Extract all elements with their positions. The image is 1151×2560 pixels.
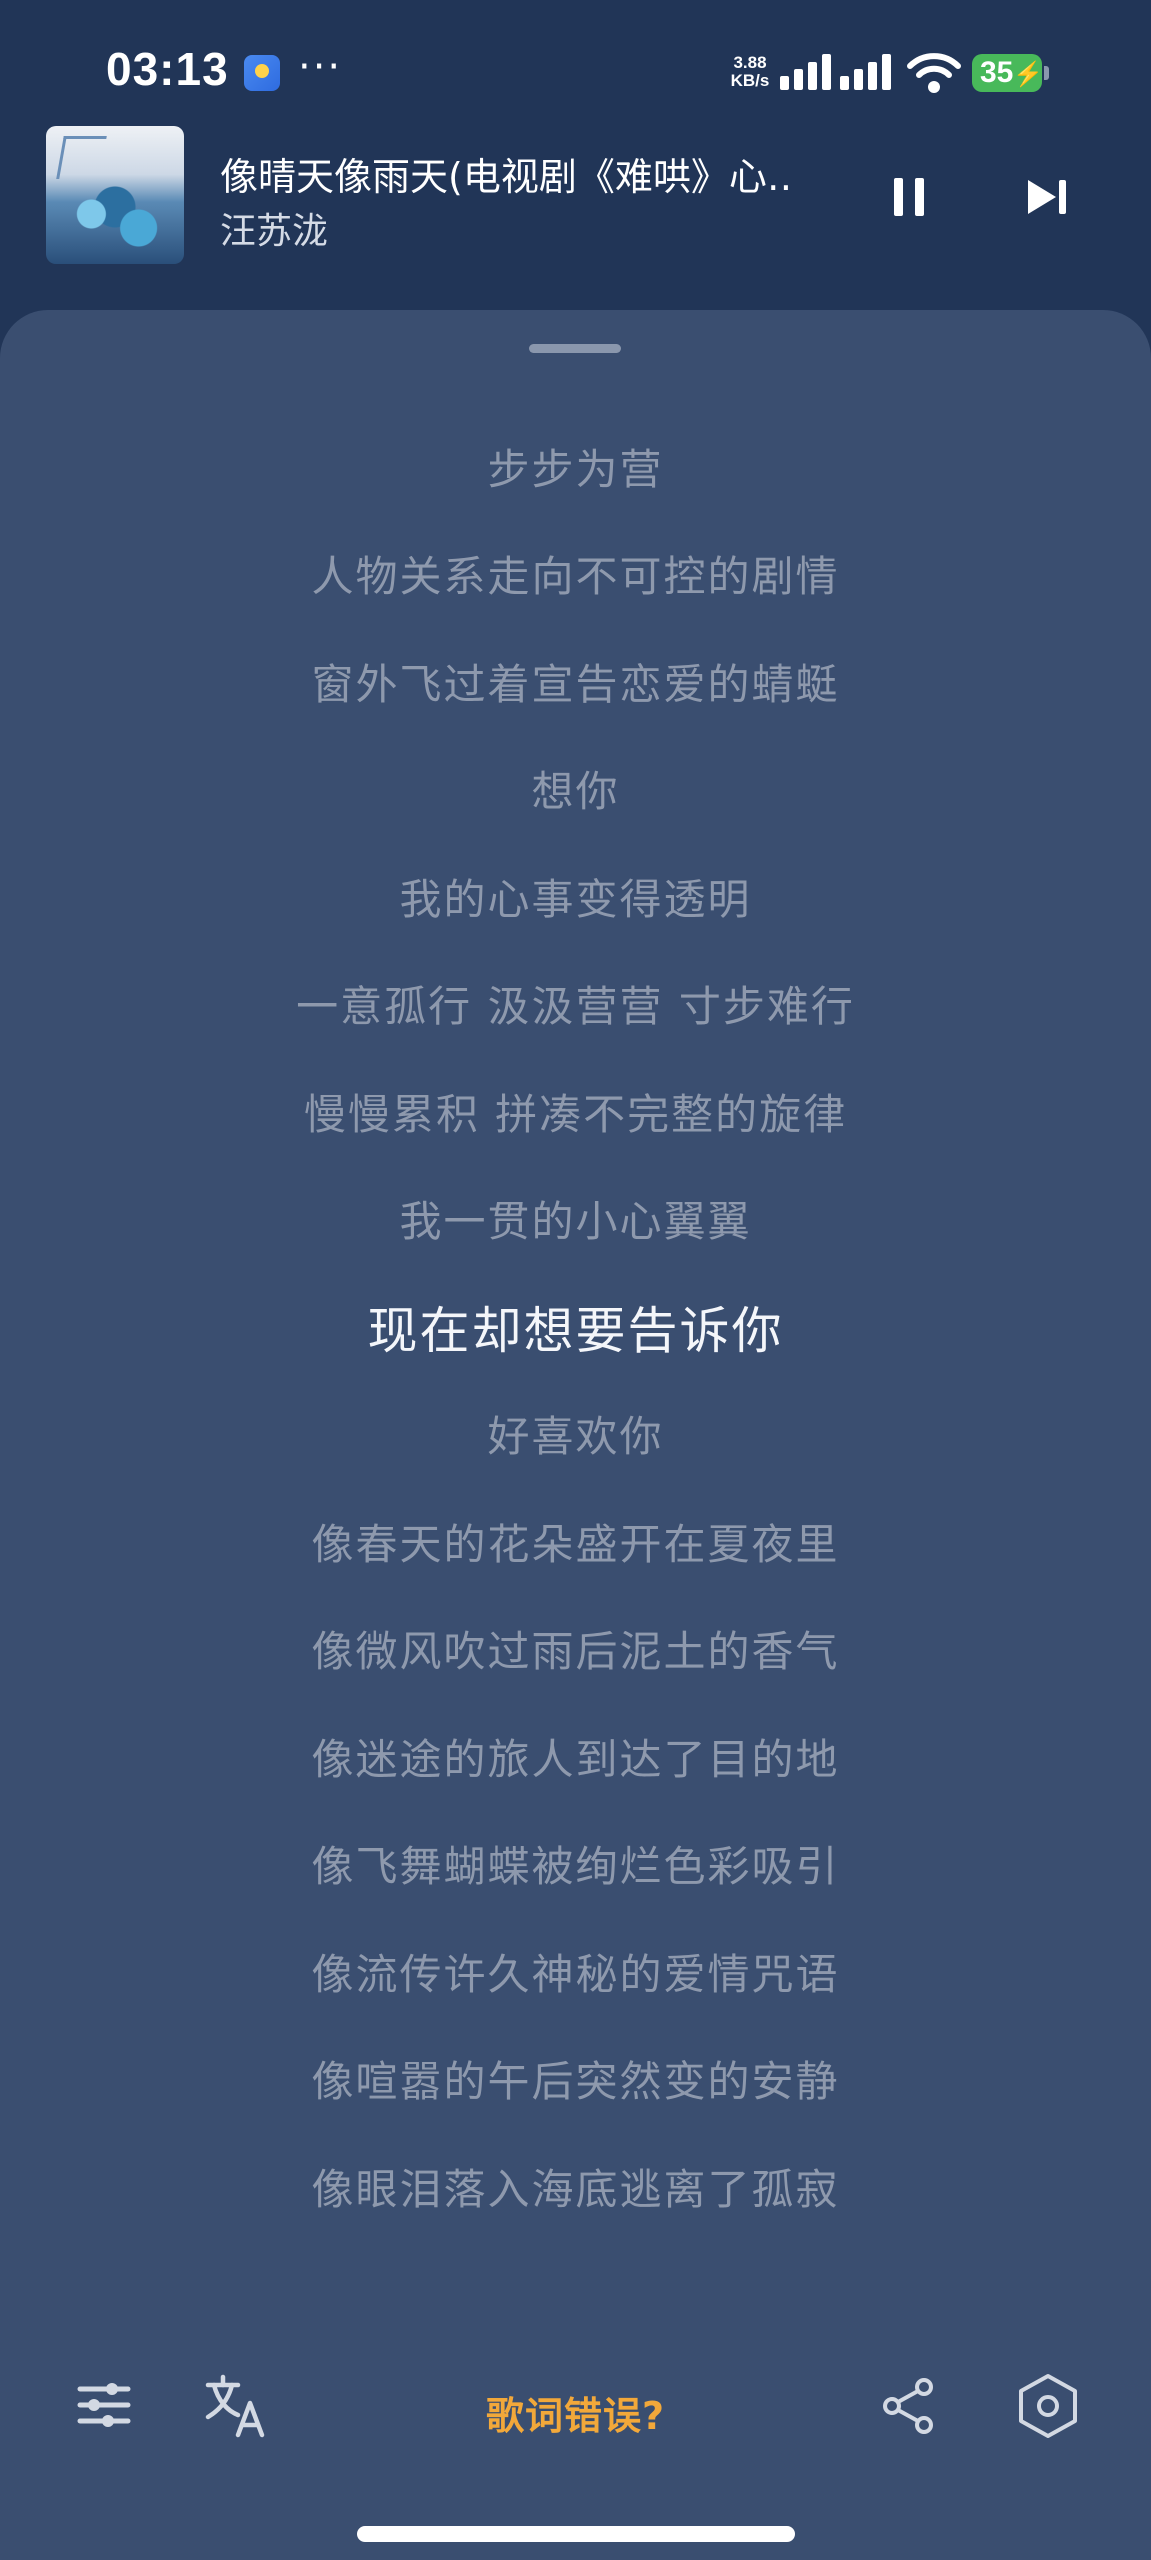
- lyric-line-current[interactable]: 现在却想要告诉你: [0, 1291, 1151, 1363]
- lyric-line[interactable]: 像流传许久神秘的爱情咒语: [0, 1941, 1151, 2002]
- lyrics-toolbar: 歌词错误?: [0, 2355, 1151, 2465]
- album-art-script: [56, 136, 107, 179]
- skip-next-icon: [1028, 180, 1056, 214]
- network-speed: 3.88 KB/s: [726, 54, 774, 90]
- network-speed-value: 3.88: [733, 53, 767, 72]
- now-playing-bar[interactable]: 像晴天像雨天(电视剧《难哄》心‥ 汪苏泷: [0, 120, 1151, 300]
- network-speed-unit: KB/s: [730, 71, 770, 90]
- lyric-line[interactable]: 像眼泪落入海底逃离了孤寂: [0, 2156, 1151, 2217]
- lyric-line[interactable]: 像喧嚣的午后突然变的安静: [0, 2048, 1151, 2109]
- lyric-line[interactable]: 慢慢累积 拼凑不完整的旋律: [0, 1081, 1151, 1142]
- share-button[interactable]: [878, 2375, 940, 2437]
- wifi-icon: [907, 53, 961, 93]
- lyric-line[interactable]: 像春天的花朵盛开在夏夜里: [0, 1511, 1151, 1572]
- notification-app-icon: [244, 55, 280, 91]
- lyric-line[interactable]: 我的心事变得透明: [0, 866, 1151, 927]
- song-title[interactable]: 像晴天像雨天(电视剧《难哄》心‥: [220, 146, 820, 201]
- lyric-line[interactable]: 窗外飞过着宣告恋爱的蜻蜓: [0, 651, 1151, 712]
- charging-icon: ⚡: [1013, 61, 1044, 88]
- pause-icon: [894, 178, 903, 216]
- battery-level: 35: [980, 56, 1014, 89]
- lyric-line[interactable]: 像飞舞蝴蝶被绚烂色彩吸引: [0, 1833, 1151, 1894]
- lyrics-error-link[interactable]: 歌词错误?: [0, 2385, 1151, 2440]
- clock: 03:13: [106, 43, 229, 95]
- skip-next-button[interactable]: [1018, 168, 1076, 226]
- lyric-line[interactable]: 人物关系走向不可控的剧情: [0, 543, 1151, 604]
- drag-handle[interactable]: [529, 344, 621, 353]
- settings-button[interactable]: [1016, 2373, 1080, 2439]
- cell-signal-2-icon: [840, 52, 898, 90]
- album-art-splash: [56, 186, 174, 256]
- battery-tip: [1044, 66, 1049, 80]
- status-bar: 03:13 ··· 3.88 KB/s 35⚡: [0, 0, 1151, 140]
- cell-signal-1-icon: [780, 52, 838, 90]
- lyric-line[interactable]: 我一贯的小心翼翼: [0, 1188, 1151, 1249]
- lyric-line[interactable]: 想你: [0, 758, 1151, 819]
- song-artist[interactable]: 汪苏泷: [220, 202, 328, 254]
- lyric-line[interactable]: 好喜欢你: [0, 1403, 1151, 1464]
- lyric-line[interactable]: 像微风吹过雨后泥土的香气: [0, 1618, 1151, 1679]
- home-indicator[interactable]: [357, 2526, 795, 2542]
- more-notifications-icon: ···: [298, 44, 343, 90]
- lyric-line[interactable]: 步步为营: [0, 436, 1151, 497]
- lyrics-panel[interactable]: 步步为营人物关系走向不可控的剧情 窗外飞过着宣告恋爱的蜻蜓 想你我的心事变得透明 一意…: [0, 310, 1151, 2560]
- album-art[interactable]: [46, 126, 184, 264]
- pause-button[interactable]: [880, 168, 938, 226]
- battery-indicator: 35⚡: [972, 54, 1044, 92]
- lyric-line[interactable]: 一意孤行 汲汲营营 寸步难行: [0, 973, 1151, 1034]
- lyric-line[interactable]: 像迷途的旅人到达了目的地: [0, 1726, 1151, 1787]
